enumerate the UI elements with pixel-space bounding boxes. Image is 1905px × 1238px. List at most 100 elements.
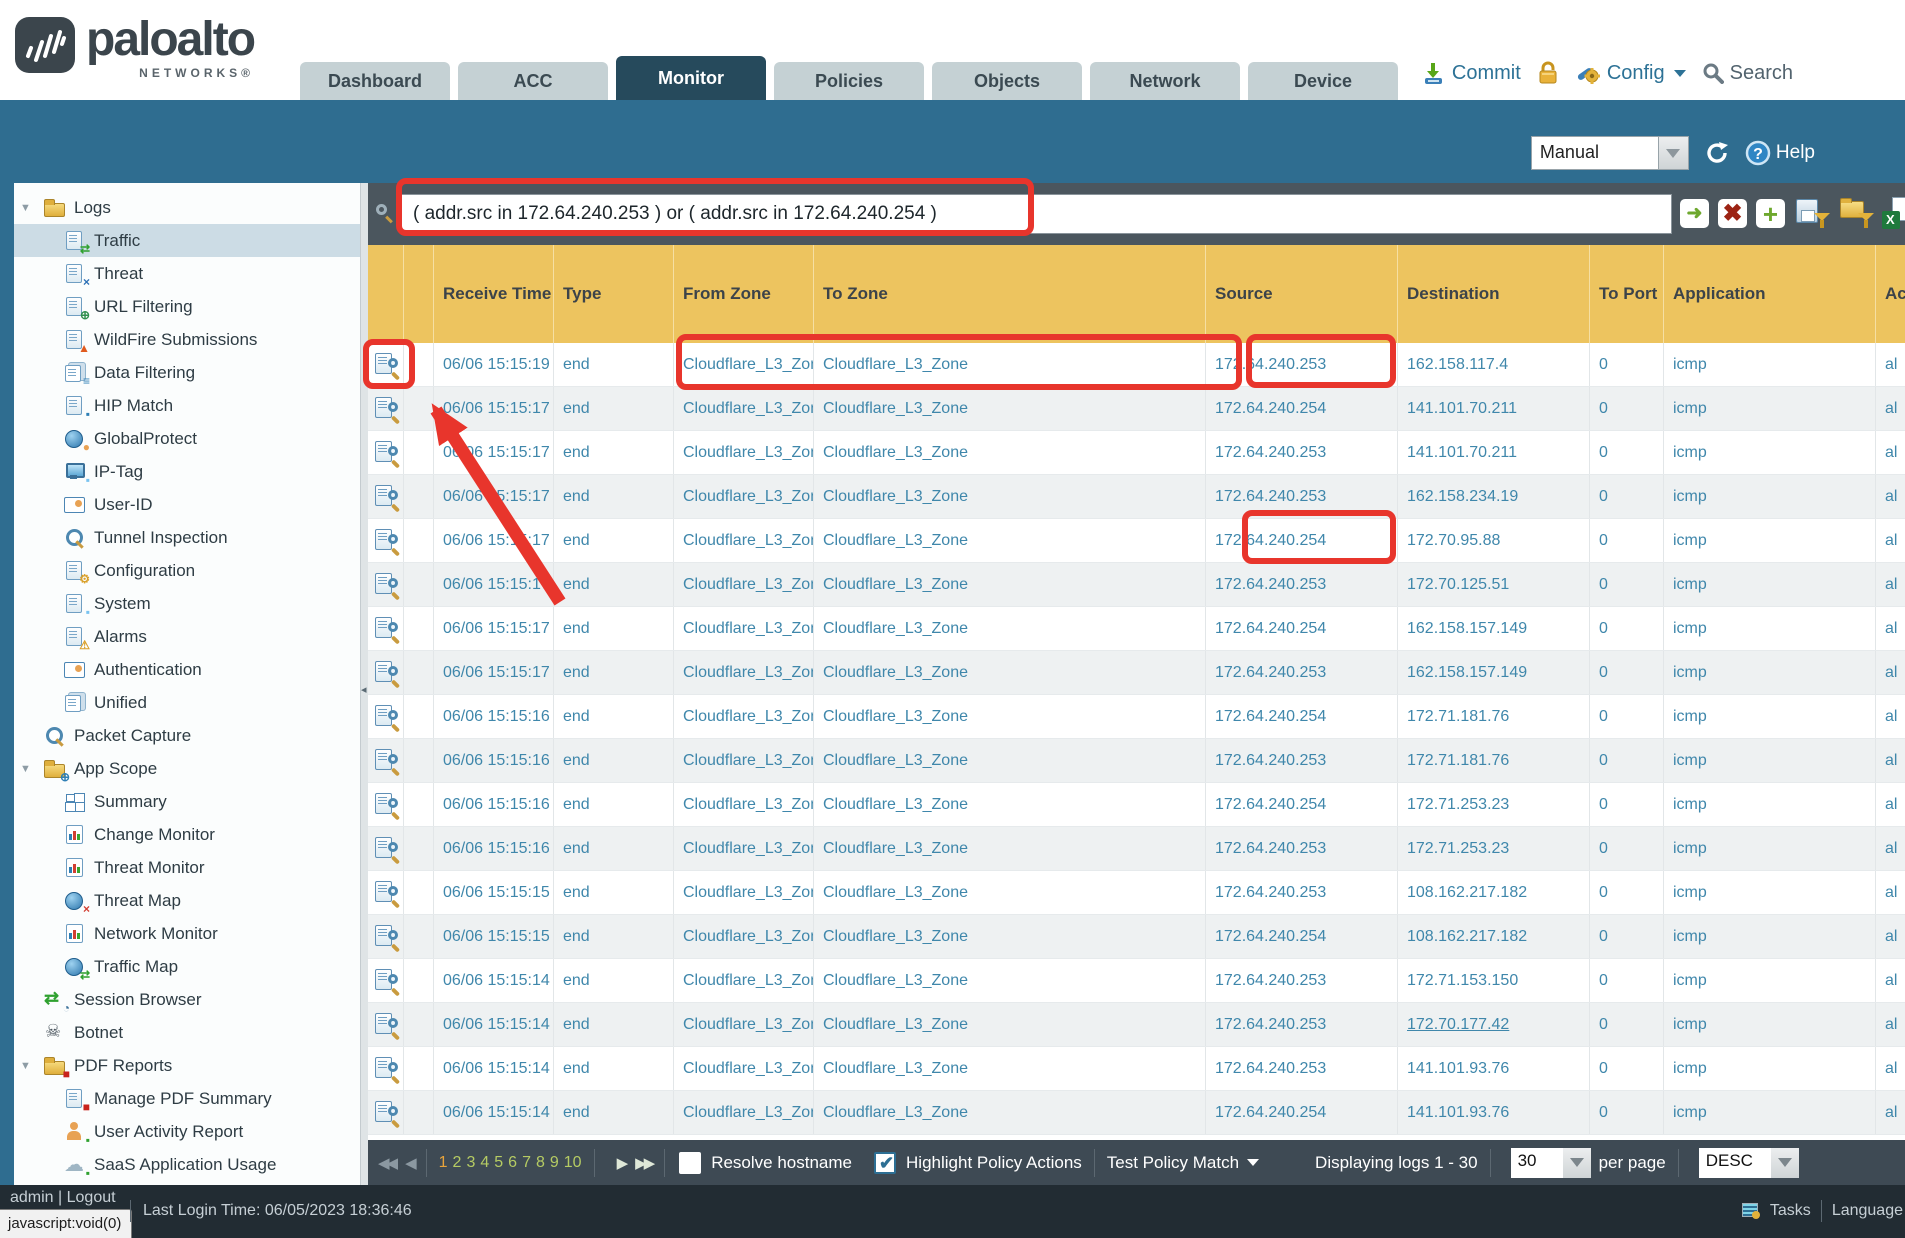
cell-to_zone[interactable]: Cloudflare_L3_Zone <box>814 871 1206 914</box>
cell-time[interactable]: 06/06 15:15:19 <box>434 343 554 386</box>
cell-action[interactable]: al <box>1876 959 1905 1002</box>
page-number-5[interactable]: 5 <box>494 1154 503 1172</box>
tab-acc[interactable]: ACC <box>458 62 608 100</box>
tab-objects[interactable]: Objects <box>932 62 1082 100</box>
cell-source[interactable]: 172.64.240.253 <box>1206 475 1398 518</box>
sidebar-item-wildfire-submissions[interactable]: ▲WildFire Submissions <box>14 323 360 356</box>
cell-time[interactable]: 06/06 15:15:17 <box>434 563 554 606</box>
cell-source[interactable]: 172.64.240.254 <box>1206 387 1398 430</box>
sidebar-item-threat-map[interactable]: ×Threat Map <box>14 884 360 917</box>
log-detail-icon[interactable] <box>374 1100 398 1126</box>
sidebar-item-data-filtering[interactable]: ≡Data Filtering <box>14 356 360 389</box>
cell-source[interactable]: 172.64.240.254 <box>1206 783 1398 826</box>
sidebar-item-network-monitor[interactable]: Network Monitor <box>14 917 360 950</box>
cell-to_port[interactable]: 0 <box>1590 475 1664 518</box>
column-header-application[interactable]: Application <box>1664 245 1876 343</box>
cell-to_zone[interactable]: Cloudflare_L3_Zone <box>814 475 1206 518</box>
column-header-action[interactable]: Ac <box>1876 245 1905 343</box>
cell-destination[interactable]: 108.162.217.182 <box>1398 915 1590 958</box>
cell-source[interactable]: 172.64.240.253 <box>1206 563 1398 606</box>
cell-to_zone[interactable]: Cloudflare_L3_Zone <box>814 343 1206 386</box>
cell-to_port[interactable]: 0 <box>1590 695 1664 738</box>
cell-to_port[interactable]: 0 <box>1590 519 1664 562</box>
cell-application[interactable]: icmp <box>1664 695 1876 738</box>
sidebar-item-summary[interactable]: Summary <box>14 785 360 818</box>
cell-from_zone[interactable]: Cloudflare_L3_Zone <box>674 563 814 606</box>
cell-time[interactable]: 06/06 15:15:14 <box>434 1047 554 1090</box>
cell-destination[interactable]: 162.158.157.149 <box>1398 607 1590 650</box>
cell-time[interactable]: 06/06 15:15:15 <box>434 915 554 958</box>
cell-to_zone[interactable]: Cloudflare_L3_Zone <box>814 651 1206 694</box>
cell-action[interactable]: al <box>1876 563 1905 606</box>
sidebar-item-manage-pdf-summary[interactable]: ■Manage PDF Summary <box>14 1082 360 1115</box>
cell-action[interactable]: al <box>1876 651 1905 694</box>
cell-from_zone[interactable]: Cloudflare_L3_Zone <box>674 475 814 518</box>
cell-to_zone[interactable]: Cloudflare_L3_Zone <box>814 1047 1206 1090</box>
cell-to_port[interactable]: 0 <box>1590 871 1664 914</box>
sidebar-item-alarms[interactable]: ⚠Alarms <box>14 620 360 653</box>
sidebar-item-botnet[interactable]: Botnet <box>14 1016 360 1049</box>
cell-to_zone[interactable]: Cloudflare_L3_Zone <box>814 915 1206 958</box>
cell-application[interactable]: icmp <box>1664 563 1876 606</box>
cell-application[interactable]: icmp <box>1664 1003 1876 1046</box>
next-page-button[interactable]: ▶ <box>617 1154 626 1172</box>
sidebar-item-system[interactable]: ▪System <box>14 587 360 620</box>
cell-action[interactable]: al <box>1876 343 1905 386</box>
prev-page-button[interactable]: ◀ <box>405 1154 414 1172</box>
sidebar-item-threat[interactable]: ×Threat <box>14 257 360 290</box>
cell-action[interactable]: al <box>1876 871 1905 914</box>
cell-to_port[interactable]: 0 <box>1590 1003 1664 1046</box>
cell-to_zone[interactable]: Cloudflare_L3_Zone <box>814 1003 1206 1046</box>
expander-icon[interactable]: ▼ <box>20 763 44 775</box>
cell-from_zone[interactable]: Cloudflare_L3_Zone <box>674 871 814 914</box>
cell-time[interactable]: 06/06 15:15:15 <box>434 871 554 914</box>
cell-destination[interactable]: 172.71.181.76 <box>1398 695 1590 738</box>
log-filter-input[interactable] <box>400 194 1672 234</box>
page-number-10[interactable]: 10 <box>564 1154 582 1172</box>
cell-destination[interactable]: 108.162.217.182 <box>1398 871 1590 914</box>
cell-to_port[interactable]: 0 <box>1590 1047 1664 1090</box>
cell-destination[interactable]: 172.71.253.23 <box>1398 783 1590 826</box>
sidebar-item-change-monitor[interactable]: Change Monitor <box>14 818 360 851</box>
column-header-destination[interactable]: Destination <box>1398 245 1590 343</box>
cell-action[interactable]: al <box>1876 475 1905 518</box>
cell-action[interactable]: al <box>1876 607 1905 650</box>
cell-action[interactable]: al <box>1876 1047 1905 1090</box>
cell-to_port[interactable]: 0 <box>1590 915 1664 958</box>
cell-to_port[interactable]: 0 <box>1590 651 1664 694</box>
logged-in-user-link[interactable]: admin | Logout <box>10 1189 116 1207</box>
commit-button[interactable]: Commit <box>1422 61 1521 85</box>
sidebar-item-authentication[interactable]: Authentication <box>14 653 360 686</box>
cell-destination[interactable]: 172.71.153.150 <box>1398 959 1590 1002</box>
log-detail-icon[interactable] <box>374 924 398 950</box>
cell-application[interactable]: icmp <box>1664 783 1876 826</box>
cell-from_zone[interactable]: Cloudflare_L3_Zone <box>674 959 814 1002</box>
cell-from_zone[interactable]: Cloudflare_L3_Zone <box>674 387 814 430</box>
log-detail-icon[interactable] <box>374 704 398 730</box>
refresh-icon[interactable] <box>1703 139 1731 167</box>
cell-time[interactable]: 06/06 15:15:16 <box>434 783 554 826</box>
cell-destination[interactable]: 172.71.181.76 <box>1398 739 1590 782</box>
cell-source[interactable]: 172.64.240.254 <box>1206 915 1398 958</box>
sidebar-item-app-scope[interactable]: ▼⊕App Scope <box>14 752 360 785</box>
save-filter-button[interactable] <box>1796 197 1830 229</box>
cell-to_port[interactable]: 0 <box>1590 343 1664 386</box>
cell-from_zone[interactable]: Cloudflare_L3_Zone <box>674 783 814 826</box>
cell-type[interactable]: end <box>554 343 674 386</box>
apply-filter-button[interactable]: ➜ <box>1680 199 1709 228</box>
sidebar-item-tunnel-inspection[interactable]: Tunnel Inspection <box>14 521 360 554</box>
cell-source[interactable]: 172.64.240.253 <box>1206 827 1398 870</box>
cell-to_port[interactable]: 0 <box>1590 739 1664 782</box>
sidebar-item-globalprotect[interactable]: ●GlobalProtect <box>14 422 360 455</box>
sidebar-item-user-activity-report[interactable]: ▪User Activity Report <box>14 1115 360 1148</box>
cell-type[interactable]: end <box>554 827 674 870</box>
cell-to_zone[interactable]: Cloudflare_L3_Zone <box>814 387 1206 430</box>
cell-from_zone[interactable]: Cloudflare_L3_Zone <box>674 1091 814 1134</box>
cell-from_zone[interactable]: Cloudflare_L3_Zone <box>674 1047 814 1090</box>
cell-type[interactable]: end <box>554 519 674 562</box>
cell-to_zone[interactable]: Cloudflare_L3_Zone <box>814 695 1206 738</box>
cell-to_zone[interactable]: Cloudflare_L3_Zone <box>814 431 1206 474</box>
add-filter-button[interactable]: + <box>1756 199 1785 228</box>
column-header-to_zone[interactable]: To Zone <box>814 245 1206 343</box>
tab-device[interactable]: Device <box>1248 62 1398 100</box>
